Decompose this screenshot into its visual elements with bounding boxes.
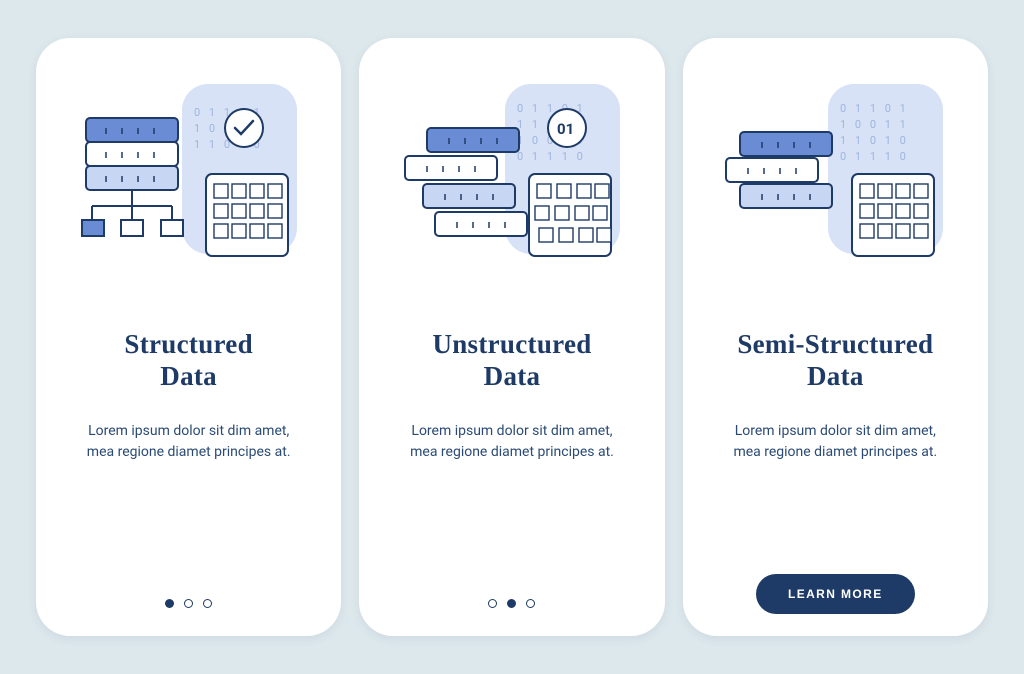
card-description: Lorem ipsum dolor sit dim amet, mea regi… [402,421,622,464]
svg-text:1 1 0 1 0: 1 1 0 1 0 [840,134,909,147]
svg-text:01: 01 [557,120,574,138]
svg-text:0 1 1 1 0: 0 1 1 1 0 [517,150,586,163]
onboarding-card-semistructured: 0 1 1 0 1 1 0 0 1 1 1 1 0 1 0 0 1 1 1 0 … [683,38,988,636]
pager-dot-1[interactable] [165,599,174,608]
card-title: Structured Data [124,328,253,393]
pager-dot-3[interactable] [203,599,212,608]
unstructured-data-illustration: 0 1 1 0 1 1 1 0 1 0 1 0 0 1 1 0 1 1 1 0 … [397,78,627,288]
pagination-dots [165,599,212,608]
structured-data-illustration: 0 1 1 0 1 1 0 1 0 1 1 1 0 1 0 [74,78,304,288]
pagination-dots [488,599,535,608]
svg-text:1 0 0 1 1: 1 0 0 1 1 [840,118,909,131]
svg-text:0 1 1 0 1: 0 1 1 0 1 [840,102,909,115]
pager-dot-2[interactable] [507,599,516,608]
card-title: Unstructured Data [432,328,591,393]
pager-dot-3[interactable] [526,599,535,608]
semi-structured-data-illustration: 0 1 1 0 1 1 0 0 1 1 1 1 0 1 0 0 1 1 1 0 [720,78,950,288]
pager-dot-1[interactable] [488,599,497,608]
onboarding-card-unstructured: 0 1 1 0 1 1 1 0 1 0 1 0 0 1 1 0 1 1 1 0 … [359,38,664,636]
card-title: Semi-Structured Data [737,328,933,393]
learn-more-button[interactable]: LEARN MORE [756,574,915,614]
card-description: Lorem ipsum dolor sit dim amet, mea regi… [725,421,945,464]
svg-text:0 1 1 1 0: 0 1 1 1 0 [840,150,909,163]
pager-dot-2[interactable] [184,599,193,608]
card-description: Lorem ipsum dolor sit dim amet, mea regi… [79,421,299,464]
onboarding-card-structured: 0 1 1 0 1 1 0 1 0 1 1 1 0 1 0 [36,38,341,636]
